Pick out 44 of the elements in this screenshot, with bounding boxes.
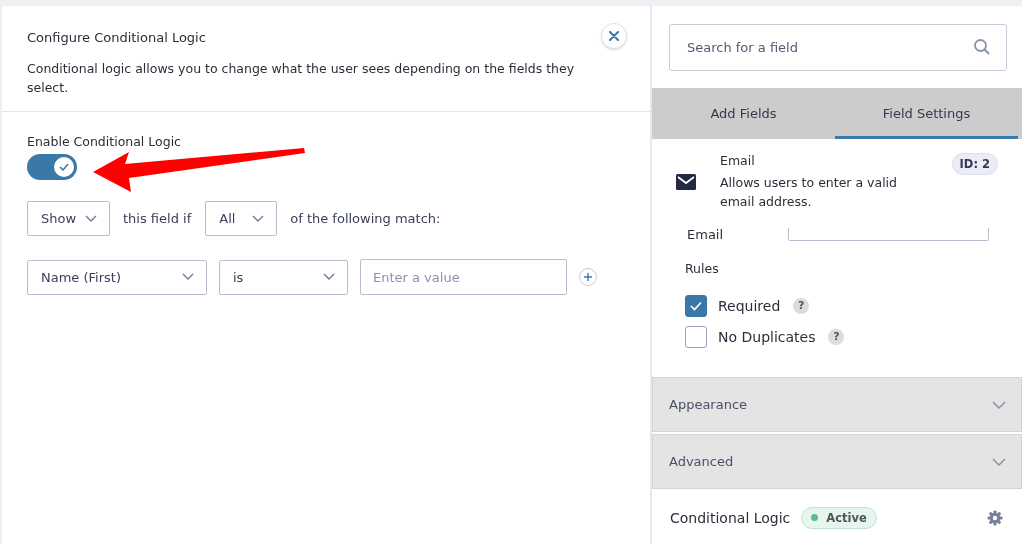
close-button[interactable] bbox=[601, 23, 627, 49]
chevron-icon bbox=[992, 400, 1006, 409]
match-select[interactable]: All bbox=[205, 201, 278, 236]
modal-title: Configure Conditional Logic bbox=[27, 30, 206, 45]
value-input[interactable]: Enter a value bbox=[360, 259, 567, 295]
status-badge: Active bbox=[801, 506, 877, 529]
chevron-icon bbox=[85, 214, 97, 223]
chevron-icon bbox=[992, 457, 1006, 466]
text-field[interactable] bbox=[788, 228, 990, 241]
search-icon bbox=[973, 38, 991, 56]
search-field[interactable]: Search for a field bbox=[669, 24, 1007, 71]
envelope-icon bbox=[676, 174, 696, 190]
rules-title: Rules bbox=[685, 261, 720, 276]
chevron-icon bbox=[182, 273, 194, 281]
chevron-icon bbox=[323, 273, 335, 281]
rule-label: No Duplicates bbox=[718, 328, 816, 345]
id-badge: ID: 2 bbox=[951, 153, 998, 175]
field-name: Email bbox=[720, 153, 756, 168]
add-button[interactable] bbox=[579, 268, 597, 286]
tab[interactable]: Add Fields bbox=[652, 88, 835, 139]
field-select[interactable]: Name (First) bbox=[27, 259, 207, 295]
help-icon[interactable]: ? bbox=[828, 328, 845, 345]
chevron-icon bbox=[252, 214, 265, 223]
rule-text: of the following match: bbox=[290, 211, 441, 226]
conditional-logic-label: Conditional Logic bbox=[670, 509, 791, 526]
action-select[interactable]: Show bbox=[27, 201, 110, 236]
section-header[interactable]: Appearance bbox=[652, 377, 1022, 432]
rule-label: Required bbox=[718, 297, 781, 314]
enable-label: Enable Conditional Logic bbox=[27, 134, 182, 149]
check-icon bbox=[690, 300, 702, 311]
field-description: Allows users to enter a valid email address. bbox=[720, 174, 898, 211]
toggle-switch[interactable] bbox=[27, 154, 77, 180]
operator-select[interactable]: is bbox=[219, 259, 348, 295]
settings-icon[interactable] bbox=[987, 509, 1003, 526]
checkbox[interactable] bbox=[685, 325, 707, 348]
field-label: Email bbox=[687, 227, 724, 242]
rule-text: this field if bbox=[123, 211, 192, 226]
section-header[interactable]: Advanced bbox=[652, 434, 1022, 489]
plus-icon bbox=[583, 272, 593, 282]
check-icon bbox=[59, 163, 69, 171]
modal-description: Conditional logic allows you to change what the user sees depending on the fields they select. bbox=[27, 60, 576, 97]
help-icon[interactable]: ? bbox=[793, 297, 810, 314]
close-icon bbox=[609, 31, 619, 41]
checkbox[interactable] bbox=[685, 294, 707, 317]
